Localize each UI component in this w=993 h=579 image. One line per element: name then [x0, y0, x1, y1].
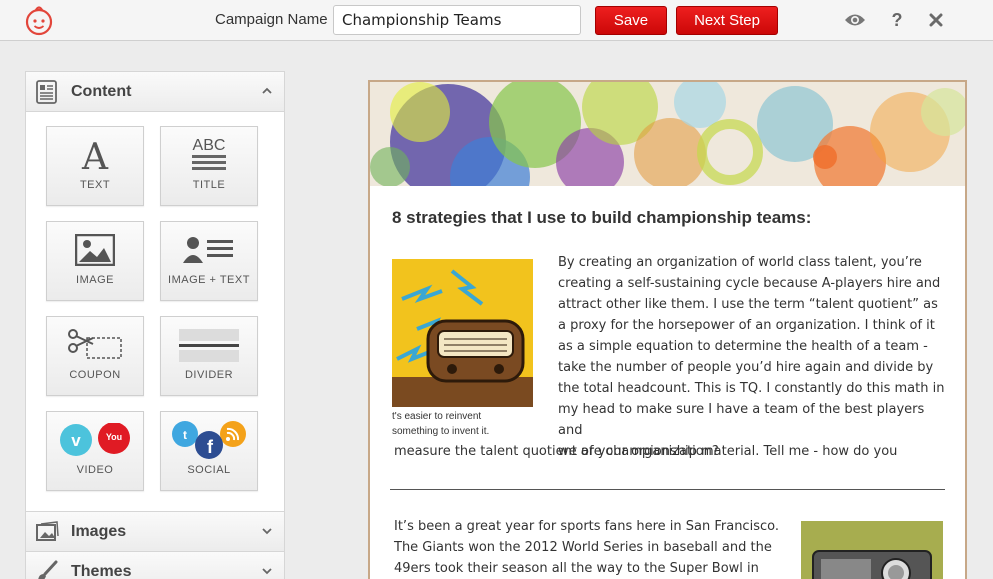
- images-panel-header[interactable]: Images: [26, 512, 284, 552]
- chevron-down-icon[interactable]: [260, 524, 274, 538]
- svg-text:v: v: [71, 431, 81, 450]
- email-canvas: 8 strategies that I use to build champio…: [368, 80, 967, 579]
- close-icon[interactable]: [924, 8, 948, 32]
- text-line: a proxy for the horsepower of an organiz…: [558, 318, 935, 333]
- image-caption: t's easier to reinvent something to inve…: [392, 409, 552, 439]
- svg-text:t: t: [183, 428, 187, 442]
- content-panel-header[interactable]: Content: [26, 72, 284, 112]
- text-line: The Giants won the 2012 World Series in …: [394, 540, 772, 555]
- content-tiles: A TEXT ABC TITLE IMAGE IMAGE + TEXT COUP…: [26, 112, 284, 512]
- paragraph-1-last-line: measure the talent quotient of your orga…: [394, 444, 719, 459]
- help-icon[interactable]: ?: [885, 8, 909, 32]
- text-line: 49ers took their season all the way to t…: [394, 561, 759, 576]
- coupon-tile[interactable]: COUPON: [46, 316, 144, 396]
- radio-image[interactable]: [392, 259, 533, 407]
- text-line: my head to make sure I have a team of th…: [558, 402, 925, 438]
- divider-icon: [161, 323, 257, 367]
- social-tile[interactable]: t f SOCIAL: [160, 411, 258, 491]
- images-panel-title: Images: [71, 523, 127, 540]
- text-line: It’s been a great year for sports fans h…: [394, 519, 779, 534]
- social-icon: t f: [161, 418, 257, 462]
- video-icon-text: You: [106, 432, 122, 442]
- eye-icon[interactable]: [843, 8, 867, 32]
- campaign-name-input[interactable]: [333, 5, 581, 35]
- save-button[interactable]: Save: [595, 6, 667, 35]
- caption-line: something to invent it.: [392, 426, 490, 437]
- tile-label: IMAGE: [76, 274, 114, 286]
- tile-label: VIDEO: [76, 464, 114, 476]
- image-text-tile[interactable]: IMAGE + TEXT: [160, 221, 258, 301]
- svg-text:A: A: [81, 137, 109, 173]
- article-title[interactable]: 8 strategies that I use to build champio…: [392, 208, 811, 228]
- text-line: attract other like them. I use the term …: [558, 297, 938, 312]
- tile-label: DIVIDER: [184, 369, 234, 381]
- chevron-up-icon[interactable]: [260, 84, 274, 98]
- tv-image[interactable]: [801, 521, 943, 579]
- content-icon: [36, 80, 57, 104]
- tile-label: TEXT: [79, 179, 111, 191]
- banner-image[interactable]: [370, 82, 965, 186]
- content-panel-title: Content: [71, 83, 132, 100]
- text-icon: A: [47, 133, 143, 177]
- image-tile[interactable]: IMAGE: [46, 221, 144, 301]
- paragraph-2[interactable]: It’s been a great year for sports fans h…: [394, 516, 794, 579]
- text-line: By creating an organization of world cla…: [558, 255, 922, 270]
- title-tile[interactable]: ABC TITLE: [160, 126, 258, 206]
- tile-label: SOCIAL: [187, 464, 231, 476]
- divider-tile[interactable]: DIVIDER: [160, 316, 258, 396]
- chevron-down-icon[interactable]: [260, 564, 274, 578]
- campaign-name-label: Campaign Name: [215, 11, 328, 28]
- caption-line: t's easier to reinvent: [392, 411, 482, 422]
- text-line: take the number of people you’d hire aga…: [558, 360, 934, 375]
- text-tile[interactable]: A TEXT: [46, 126, 144, 206]
- tile-label: COUPON: [69, 369, 121, 381]
- themes-panel-title: Themes: [71, 563, 132, 579]
- logo-icon[interactable]: [22, 3, 56, 37]
- video-tile[interactable]: v You VIDEO: [46, 411, 144, 491]
- text-line: creating a self-sustaining cycle because…: [558, 276, 941, 291]
- sidebar: Content A TEXT ABC TITLE IMAGE IMAGE + T…: [25, 71, 285, 579]
- paragraph-1[interactable]: By creating an organization of world cla…: [558, 252, 948, 462]
- coupon-icon: [47, 323, 143, 367]
- next-step-button[interactable]: Next Step: [676, 6, 778, 35]
- text-line: the total headcount. This is TQ. I const…: [558, 381, 945, 396]
- images-icon: [36, 521, 59, 541]
- tile-label: IMAGE + TEXT: [168, 274, 250, 286]
- image-text-icon: [161, 228, 257, 272]
- image-icon: [47, 228, 143, 272]
- title-icon: ABC: [161, 133, 257, 177]
- themes-panel-header[interactable]: Themes: [26, 552, 284, 579]
- brush-icon: [38, 560, 58, 579]
- title-icon-text: ABC: [193, 137, 226, 154]
- svg-text:f: f: [207, 437, 214, 457]
- video-icon: v You: [47, 418, 143, 462]
- text-line: as a simple equation to determine the he…: [558, 339, 928, 354]
- top-toolbar: Campaign Name Save Next Step ?: [0, 0, 993, 41]
- divider[interactable]: [390, 489, 945, 490]
- tile-label: TITLE: [192, 179, 226, 191]
